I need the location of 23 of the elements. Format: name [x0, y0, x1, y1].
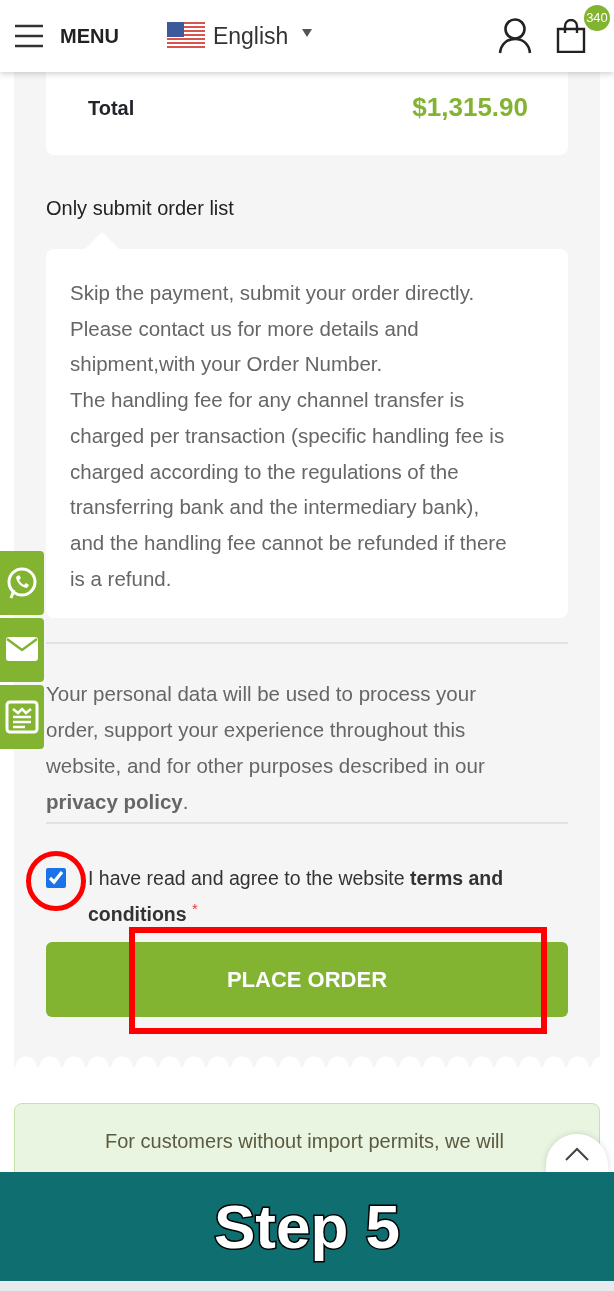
cart-count-badge: 340 [584, 5, 610, 31]
payment-option-title: Only submit order list [46, 196, 235, 221]
description-text: Skip the payment, submit your order directly. Please contact us for more details and shipment,with your Order Number. [70, 280, 476, 378]
highlight-circle [26, 851, 86, 911]
form-icon [5, 700, 39, 734]
chat-button[interactable] [0, 551, 44, 615]
cart-button[interactable] [556, 19, 586, 53]
email-button[interactable] [0, 618, 44, 682]
menu-icon [14, 24, 44, 48]
caret-icon [302, 29, 313, 37]
terms-checkbox[interactable] [46, 868, 66, 889]
menu-button[interactable]: MENU [14, 21, 119, 51]
flag-icon [166, 22, 205, 50]
account-button[interactable] [498, 18, 532, 54]
total-label: Total [88, 95, 135, 121]
whatsapp-icon [5, 566, 39, 600]
privacy-notice: Your personal data will be used to process your order, support your experience throughout this website, and for other purposes described in our privacy policy. [46, 681, 486, 816]
language-selector[interactable]: English [166, 18, 313, 54]
description-text: The handling fee for any channel transfer is charged per transaction (specific handling fee is charged according to the regulations of the transferring bank and the intermediary bank), and the handling fee cannot be refunded if there is a refund. [70, 387, 508, 592]
terms-label: I have read and agree to the website terms and conditions $^{*}$ [88, 866, 505, 928]
form-button[interactable] [0, 685, 44, 749]
total-amount: $1,315.90 [412, 91, 528, 124]
chevron-up-icon [565, 1146, 589, 1161]
